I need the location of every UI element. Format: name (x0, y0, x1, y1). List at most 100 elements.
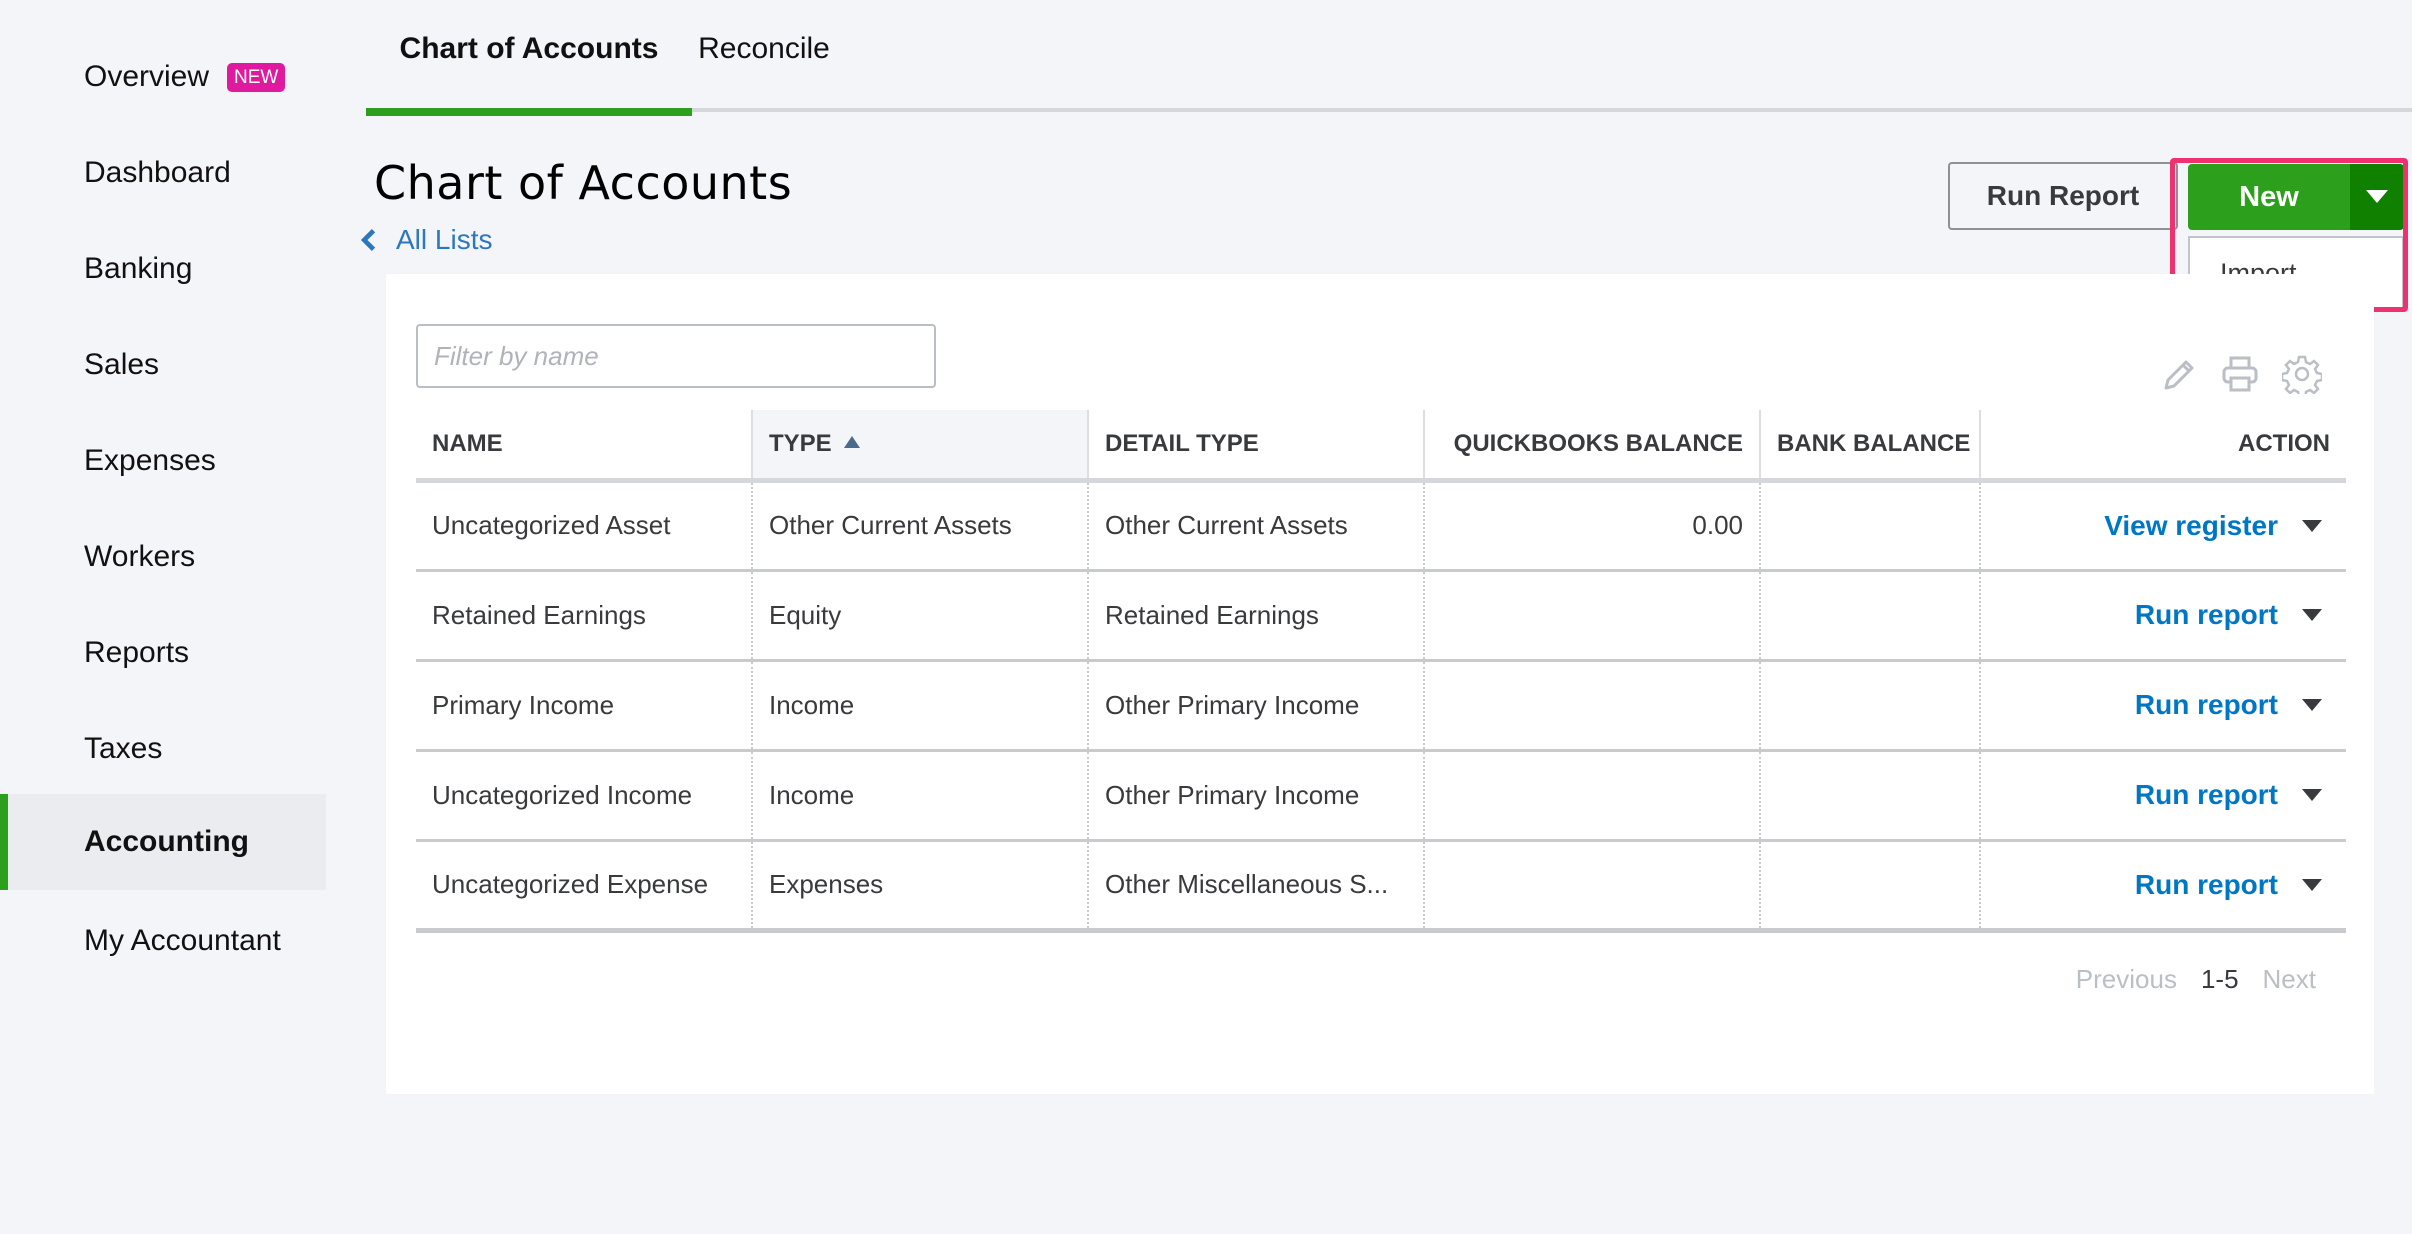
column-header-quickbooks-balance[interactable]: QUICKBOOKS BALANCE (1424, 410, 1761, 483)
run-report-link[interactable]: Run report (2135, 689, 2278, 720)
caret-down-icon[interactable] (2302, 878, 2322, 891)
cell-quickbooks-balance (1424, 660, 1761, 752)
cell-type: Equity (752, 570, 1089, 662)
table-row: Uncategorized Income Income Other Primar… (416, 750, 2346, 842)
cell-name: Retained Earnings (416, 570, 753, 662)
sidebar-item-workers[interactable]: Workers (0, 509, 326, 605)
table-toolbar (2158, 354, 2322, 394)
sidebar-item-label: Accounting (84, 825, 249, 858)
sidebar-item-label: Workers (84, 540, 196, 573)
sidebar-item-label: Dashboard (84, 156, 231, 189)
column-header-type[interactable]: TYPE (752, 410, 1089, 483)
cell-name: Primary Income (416, 660, 753, 752)
next-page-button[interactable]: Next (2263, 964, 2316, 995)
sidebar-item-reports[interactable]: Reports (0, 605, 326, 701)
table-header-row: NAME TYPE DETAIL TYPE QUICKBOOKS BALANCE… (416, 410, 2346, 483)
cell-quickbooks-balance (1424, 840, 1761, 933)
sidebar-item-label: My Accountant (84, 924, 281, 957)
cell-name: Uncategorized Expense (416, 840, 753, 933)
sidebar-item-label: Overview (84, 60, 210, 93)
run-report-link[interactable]: Run report (2135, 779, 2278, 810)
cell-detail-type: Other Current Assets (1088, 480, 1425, 572)
cell-bank-balance (1760, 660, 1981, 752)
page-title: Chart of Accounts (374, 156, 793, 210)
cell-detail-type: Other Miscellaneous S... (1088, 840, 1425, 933)
sidebar-item-taxes[interactable]: Taxes (0, 701, 326, 797)
run-report-link[interactable]: Run report (2135, 599, 2278, 630)
caret-down-icon[interactable] (2302, 789, 2322, 801)
cell-type: Other Current Assets (752, 480, 1089, 572)
sidebar-item-accounting[interactable]: Accounting (0, 794, 326, 890)
sidebar-nav: Overview NEW Dashboard Banking Sales Exp… (0, 0, 326, 1234)
column-header-detail-type[interactable]: DETAIL TYPE (1088, 410, 1425, 483)
tab-chart-of-accounts[interactable]: Chart of Accounts (366, 0, 692, 116)
cell-action: Run report (1980, 660, 2346, 752)
cell-name: Uncategorized Income (416, 750, 753, 842)
sidebar-item-label: Sales (84, 348, 160, 381)
table-row: Primary Income Income Other Primary Inco… (416, 660, 2346, 752)
table-row: Uncategorized Expense Expenses Other Mis… (416, 840, 2346, 933)
cell-type: Income (752, 750, 1089, 842)
cell-quickbooks-balance: 0.00 (1424, 480, 1761, 572)
sidebar-item-sales[interactable]: Sales (0, 317, 326, 413)
new-dropdown-toggle[interactable] (2350, 164, 2404, 230)
tab-label: Reconcile (698, 32, 830, 65)
new-button[interactable]: New (2188, 164, 2350, 230)
table-row: Uncategorized Asset Other Current Assets… (416, 480, 2346, 572)
filter-by-name-input[interactable] (416, 324, 936, 388)
caret-down-icon (2366, 190, 2388, 203)
cell-action: Run report (1980, 840, 2346, 933)
cell-bank-balance (1760, 570, 1981, 662)
cell-action: Run report (1980, 570, 2346, 662)
run-report-button[interactable]: Run Report (1948, 162, 2178, 230)
all-lists-link[interactable]: All Lists (356, 224, 492, 256)
pencil-icon[interactable] (2158, 354, 2198, 394)
run-report-link[interactable]: Run report (2135, 869, 2278, 900)
accounts-card: NAME TYPE DETAIL TYPE QUICKBOOKS BALANCE… (386, 274, 2374, 1094)
view-register-link[interactable]: View register (2104, 510, 2278, 541)
sidebar-item-label: Taxes (84, 732, 163, 765)
caret-down-icon[interactable] (2302, 609, 2322, 621)
cell-type: Expenses (752, 840, 1089, 933)
cell-quickbooks-balance (1424, 750, 1761, 842)
cell-bank-balance (1760, 840, 1981, 933)
cell-detail-type: Other Primary Income (1088, 750, 1425, 842)
sidebar-item-my-accountant[interactable]: My Accountant (0, 893, 326, 989)
sidebar-item-overview[interactable]: Overview NEW (0, 29, 326, 125)
accounts-table: NAME TYPE DETAIL TYPE QUICKBOOKS BALANCE… (416, 410, 2346, 933)
cell-detail-type: Retained Earnings (1088, 570, 1425, 662)
column-header-action: ACTION (1980, 410, 2346, 483)
previous-page-button[interactable]: Previous (2076, 964, 2177, 995)
caret-down-icon[interactable] (2302, 519, 2322, 532)
column-header-label: TYPE (769, 429, 832, 457)
tab-label: Chart of Accounts (399, 32, 659, 65)
table-row: Retained Earnings Equity Retained Earnin… (416, 570, 2346, 662)
page-range: 1-5 (2200, 964, 2239, 994)
cell-type: Income (752, 660, 1089, 752)
cell-bank-balance (1760, 750, 1981, 842)
sort-ascending-icon (843, 435, 860, 448)
sidebar-item-expenses[interactable]: Expenses (0, 413, 326, 509)
sidebar-item-label: Expenses (84, 444, 216, 477)
printer-icon[interactable] (2220, 354, 2260, 394)
new-badge: NEW (227, 62, 286, 92)
column-header-name[interactable]: NAME (416, 410, 753, 483)
cell-action: View register (1980, 480, 2346, 572)
sidebar-item-banking[interactable]: Banking (0, 221, 326, 317)
gear-icon[interactable] (2282, 354, 2322, 394)
caret-down-icon[interactable] (2302, 699, 2322, 711)
cell-action: Run report (1980, 750, 2346, 842)
cell-detail-type: Other Primary Income (1088, 660, 1425, 752)
cell-quickbooks-balance (1424, 570, 1761, 662)
chevron-left-icon (360, 229, 376, 251)
tab-reconcile[interactable]: Reconcile (696, 0, 832, 112)
tab-bar: Chart of Accounts Reconcile (366, 0, 2412, 116)
cell-name: Uncategorized Asset (416, 480, 753, 572)
new-split-button: New (2188, 164, 2404, 230)
sidebar-item-label: Reports (84, 636, 190, 669)
all-lists-label: All Lists (396, 224, 493, 255)
cell-bank-balance (1760, 480, 1981, 572)
sidebar-item-label: Banking (84, 252, 193, 285)
column-header-bank-balance[interactable]: BANK BALANCE (1760, 410, 1981, 483)
sidebar-item-dashboard[interactable]: Dashboard (0, 125, 326, 221)
